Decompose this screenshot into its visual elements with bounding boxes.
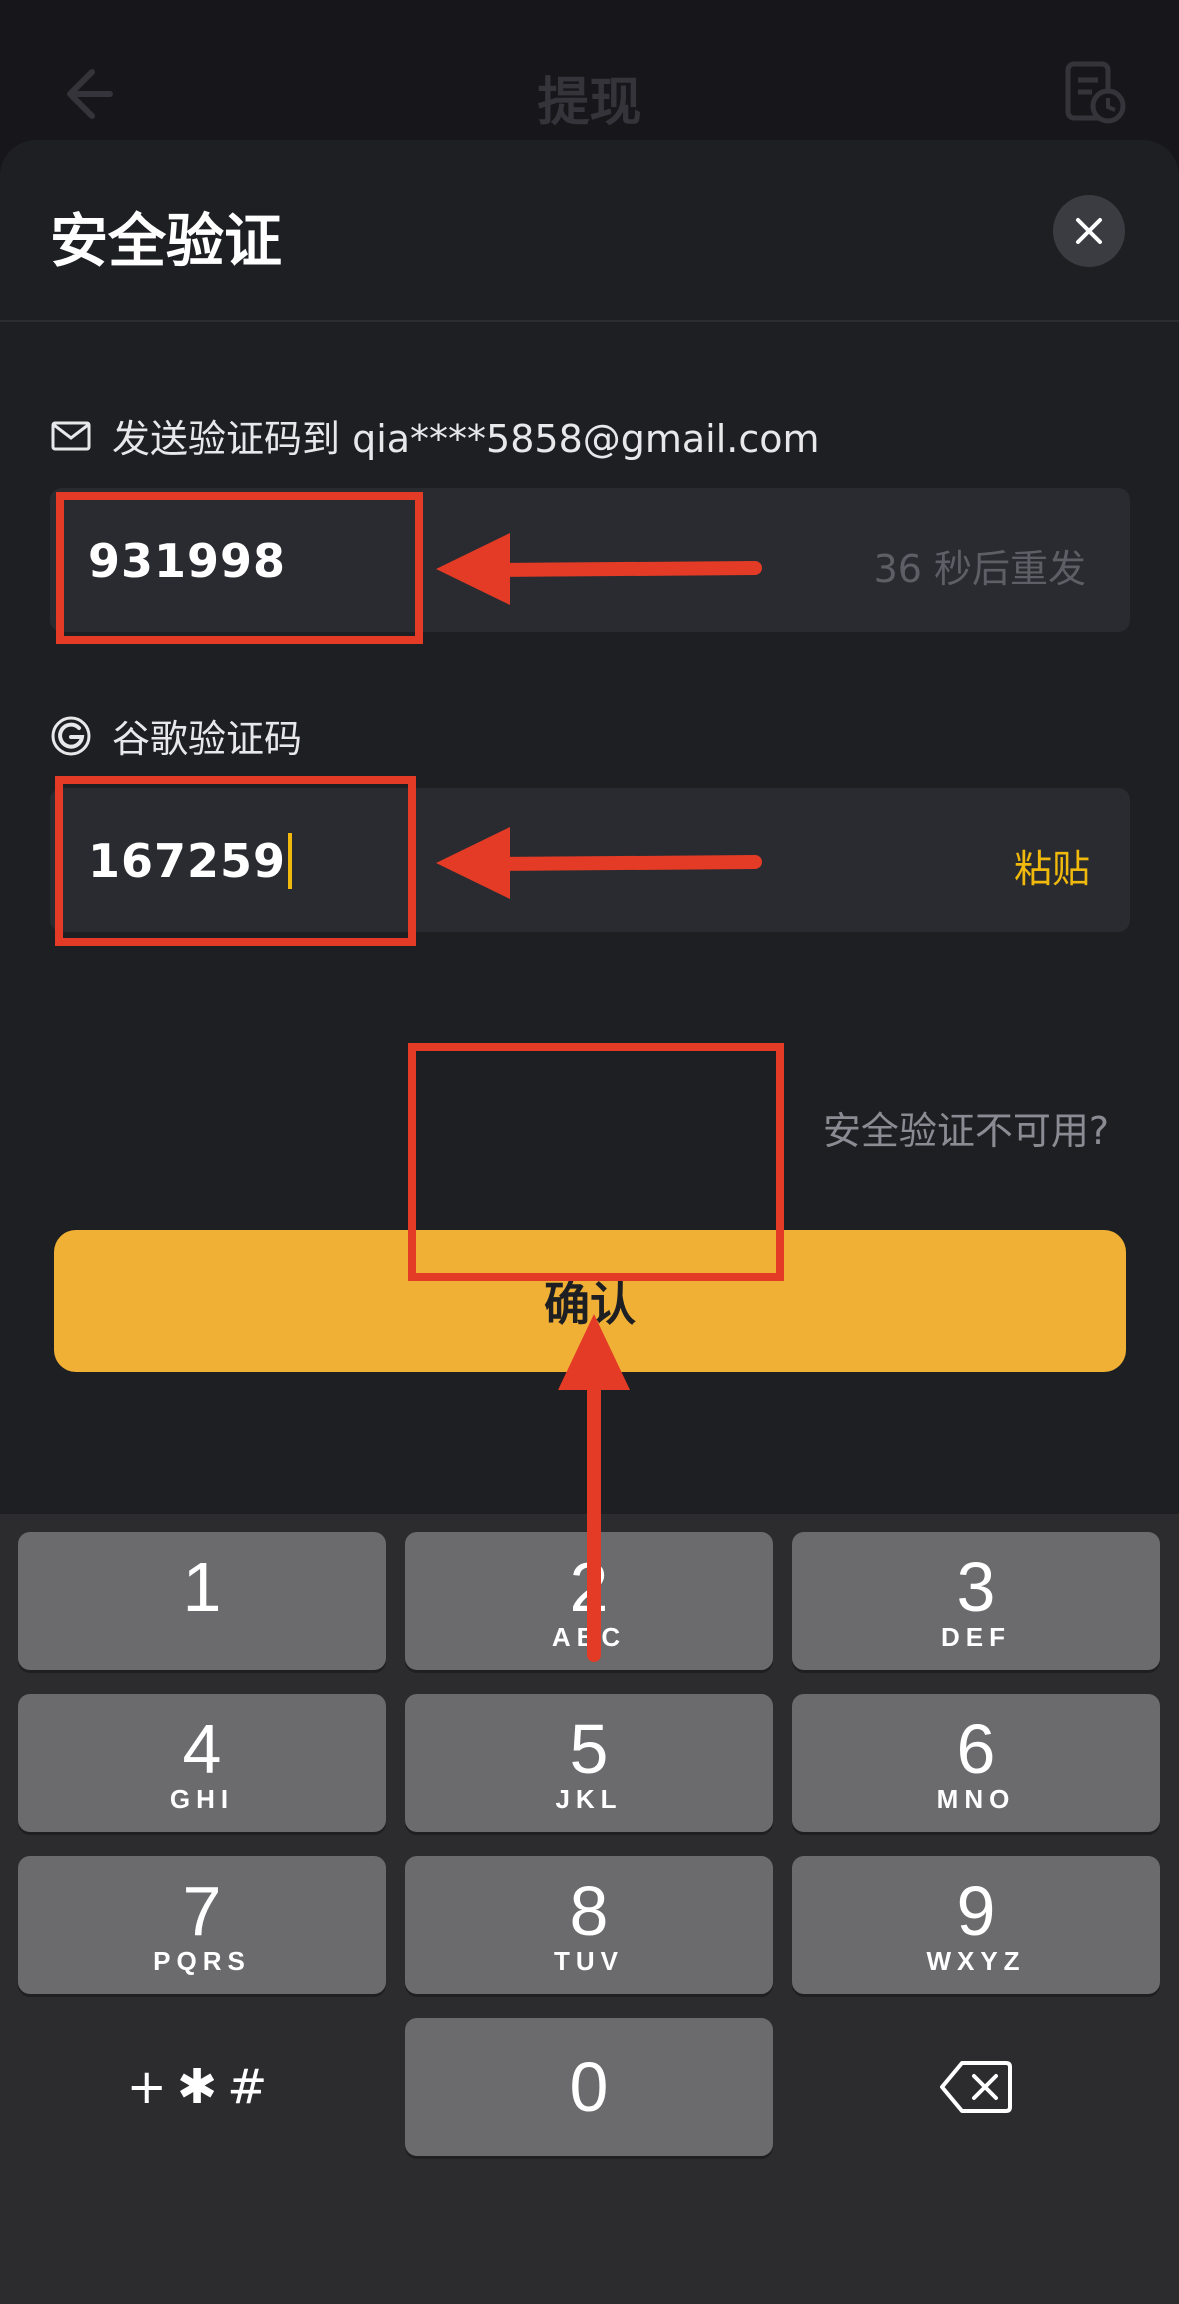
- email-code-label-text: 发送验证码到 qia****5858@gmail.com: [112, 417, 820, 461]
- google-code-label-text: 谷歌验证码: [112, 717, 303, 761]
- key-2[interactable]: 2 ABC: [405, 1532, 773, 1670]
- key-8[interactable]: 8 TUV: [405, 1856, 773, 1994]
- key-7[interactable]: 7 PQRS: [18, 1856, 386, 1994]
- annotation-box-google-code: [55, 776, 416, 946]
- email-code-label: 发送验证码到 qia****5858@gmail.com: [50, 408, 820, 463]
- key-9[interactable]: 9 WXYZ: [792, 1856, 1160, 1994]
- google-code-label: 谷歌验证码: [50, 708, 302, 763]
- key-0[interactable]: 0: [405, 2018, 773, 2156]
- history-icon[interactable]: [1062, 60, 1128, 126]
- divider: [0, 320, 1179, 322]
- close-icon: [1076, 218, 1102, 244]
- verification-unavailable-link[interactable]: 安全验证不可用?: [823, 1100, 1109, 1155]
- backspace-icon: [940, 2061, 1012, 2113]
- mail-icon: [50, 415, 92, 457]
- symbols-key[interactable]: +✱#: [18, 2018, 386, 2156]
- annotation-box-confirm: [408, 1043, 784, 1281]
- key-1[interactable]: 1: [18, 1532, 386, 1670]
- paste-button[interactable]: 粘贴: [1014, 838, 1090, 893]
- key-3[interactable]: 3 DEF: [792, 1532, 1160, 1670]
- annotation-box-email-code: [56, 492, 423, 644]
- page-title: 提现: [537, 73, 642, 133]
- resend-countdown: 36 秒后重发: [873, 547, 1086, 591]
- key-5[interactable]: 5 JKL: [405, 1694, 773, 1832]
- delete-key[interactable]: [792, 2018, 1160, 2156]
- google-authenticator-icon: [50, 715, 92, 757]
- numeric-keyboard: 1 2 ABC 3 DEF 4 GHI 5 JKL 6 MNO 7 PQRS 8…: [0, 1514, 1179, 2304]
- key-4[interactable]: 4 GHI: [18, 1694, 386, 1832]
- key-6[interactable]: 6 MNO: [792, 1694, 1160, 1832]
- sheet-title: 安全验证: [50, 207, 283, 275]
- close-button[interactable]: [1053, 195, 1125, 267]
